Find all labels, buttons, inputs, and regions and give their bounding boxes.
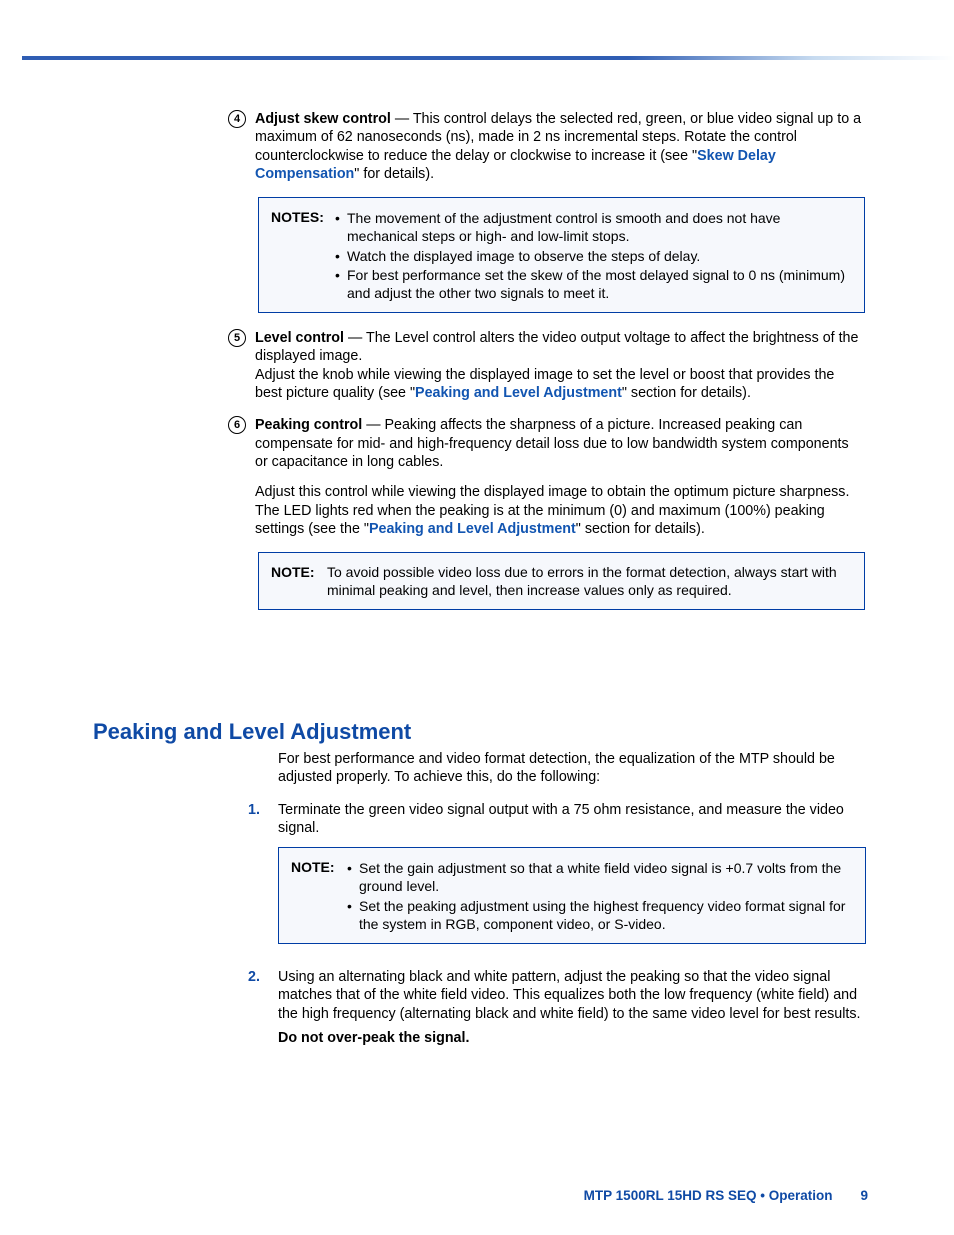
note-box-3: NOTE: •Set the gain adjustment so that a…: [278, 847, 866, 944]
note3-bullet-1: •Set the gain adjustment so that a white…: [347, 859, 853, 895]
note-bullet-2: •Watch the displayed image to observe th…: [335, 247, 852, 265]
warning-do-not-over-peak: Do not over-peak the signal.: [278, 1029, 866, 1047]
step-2-text: Using an alternating black and white pat…: [278, 969, 861, 1022]
link-peaking-level-adjustment-2[interactable]: Peaking and Level Adjustment: [369, 521, 576, 537]
term-peaking-control: Peaking control: [255, 417, 362, 433]
note3-bullet-2: •Set the peaking adjustment using the hi…: [347, 897, 853, 933]
footer-page-number: 9: [860, 1188, 868, 1203]
note1-b1: The movement of the adjustment control i…: [347, 210, 780, 244]
section-peaking-level: For best performance and video format de…: [278, 750, 866, 1047]
term-adjust-skew: Adjust skew control: [255, 111, 391, 127]
item5-para2: Adjust the knob while viewing the displa…: [255, 366, 865, 403]
note2-text: To avoid possible video loss due to erro…: [327, 564, 837, 598]
list-item-5: 5 Level control — The Level control alte…: [255, 329, 865, 402]
note-bullet-3: •For best performance set the skew of th…: [335, 266, 852, 302]
step-2-number: 2.: [248, 968, 260, 986]
circled-number-6: 6: [228, 416, 246, 434]
note1-b3: For best performance set the skew of the…: [347, 267, 845, 301]
section2-intro: For best performance and video format de…: [278, 750, 866, 787]
note-bullet-1: •The movement of the adjustment control …: [335, 209, 852, 245]
list-item-6: 6 Peaking control — Peaking affects the …: [255, 416, 865, 538]
step-1: 1. Terminate the green video signal outp…: [278, 801, 866, 838]
item4-text-b: " for details).: [354, 166, 434, 182]
item5-text-a: — The Level control alters the video out…: [255, 330, 858, 364]
note1-b2: Watch the displayed image to observe the…: [347, 248, 700, 264]
item5-text-c: " section for details).: [622, 385, 751, 401]
notes-label: NOTES:: [271, 209, 324, 225]
circled-number-5: 5: [228, 329, 246, 347]
page: 4 Adjust skew control — This control del…: [0, 0, 954, 1235]
item6-para2: Adjust this control while viewing the di…: [255, 483, 865, 538]
item-5-body: Level control — The Level control alters…: [255, 329, 865, 402]
circled-number-4: 4: [228, 110, 246, 128]
step-1-number: 1.: [248, 801, 260, 819]
note3-b1: Set the gain adjustment so that a white …: [359, 860, 841, 894]
term-level-control: Level control: [255, 330, 344, 346]
item6-text-c: " section for details).: [576, 521, 705, 537]
note3-b2: Set the peaking adjustment using the hig…: [359, 898, 845, 932]
footer-doc-title: MTP 1500RL 15HD RS SEQ • Operation: [584, 1188, 833, 1203]
note3-label: NOTE:: [291, 859, 335, 875]
note-box-2: NOTE: To avoid possible video loss due t…: [258, 552, 865, 610]
page-footer: MTP 1500RL 15HD RS SEQ • Operation 9: [584, 1188, 868, 1203]
list-item-4: 4 Adjust skew control — This control del…: [255, 110, 865, 183]
main-content: 4 Adjust skew control — This control del…: [255, 110, 865, 626]
step-2: 2. Using an alternating black and white …: [278, 968, 866, 1047]
note2-label: NOTE:: [271, 564, 315, 580]
item-6-body: Peaking control — Peaking affects the sh…: [255, 416, 865, 538]
notes-box-1: NOTES: •The movement of the adjustment c…: [258, 197, 865, 313]
link-peaking-level-adjustment[interactable]: Peaking and Level Adjustment: [415, 385, 622, 401]
step-1-text: Terminate the green video signal output …: [278, 802, 844, 836]
header-rule: [22, 56, 954, 60]
heading-peaking-level-adjustment: Peaking and Level Adjustment: [93, 719, 411, 745]
item-4-body: Adjust skew control — This control delay…: [255, 110, 865, 183]
